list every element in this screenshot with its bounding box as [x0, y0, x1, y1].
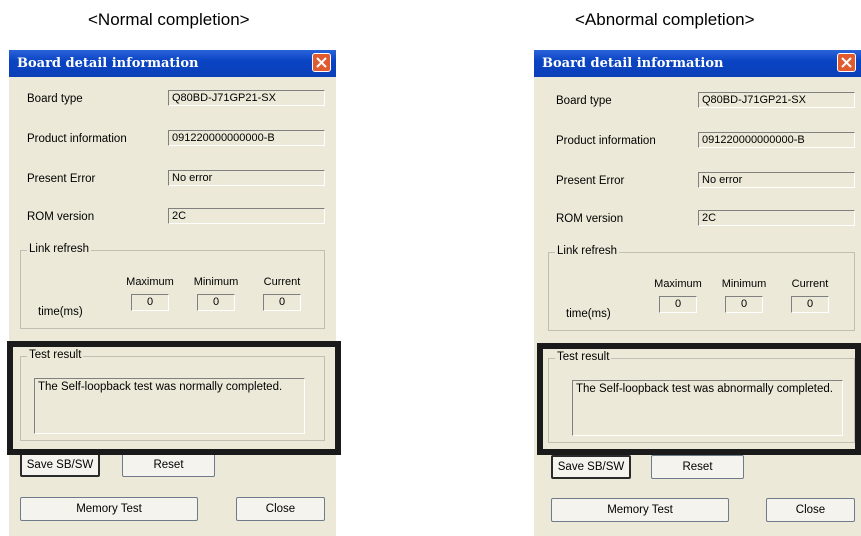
maximum-time-field: 0 [659, 296, 697, 313]
minimum-time-field: 0 [197, 294, 235, 311]
memory-test-button[interactable]: Memory Test [551, 498, 729, 522]
close-window-button[interactable] [312, 53, 331, 72]
save-sb-sw-button[interactable]: Save SB/SW [551, 455, 631, 479]
board-type-field: Q80BD-J71GP21-SX [168, 90, 325, 106]
board-type-label: Board type [556, 95, 612, 107]
present-error-field: No error [698, 172, 855, 188]
close-x-icon [316, 57, 327, 68]
rom-version-label: ROM version [556, 213, 624, 225]
current-column-header: Current [263, 276, 301, 288]
heading-normal-completion: <Normal completion> [88, 10, 250, 29]
close-x-icon [841, 57, 852, 68]
present-error-label: Present Error [27, 173, 96, 185]
board-detail-dialog-abnormal: Board detail information Board type Q80B… [534, 50, 861, 536]
maximum-column-header: Maximum [126, 276, 174, 288]
minimum-time-field: 0 [725, 296, 763, 313]
test-result-highlight-frame [7, 341, 341, 455]
title-bar[interactable]: Board detail information [9, 50, 336, 77]
product-information-field: 091220000000000-B [168, 130, 325, 146]
rom-version-field: 2C [168, 208, 325, 224]
close-button[interactable]: Close [236, 497, 325, 521]
board-type-label: Board type [27, 93, 83, 105]
rom-version-field: 2C [698, 210, 855, 226]
reset-button[interactable]: Reset [651, 455, 744, 479]
board-detail-dialog-normal: Board detail information Board type Q80B… [9, 50, 336, 536]
link-refresh-group: Link refresh Maximum Minimum Current tim… [20, 243, 325, 329]
product-information-label: Product information [556, 135, 656, 147]
minimum-column-header: Minimum [721, 278, 767, 290]
current-time-field: 0 [791, 296, 829, 313]
time-ms-label: time(ms) [566, 308, 611, 320]
dialog-title: Board detail information [542, 56, 724, 71]
product-information-field: 091220000000000-B [698, 132, 855, 148]
link-refresh-label: Link refresh [555, 245, 620, 257]
board-type-field: Q80BD-J71GP21-SX [698, 92, 855, 108]
product-information-label: Product information [27, 133, 127, 145]
current-column-header: Current [791, 278, 829, 290]
heading-abnormal-completion: <Abnormal completion> [575, 10, 755, 29]
maximum-time-field: 0 [131, 294, 169, 311]
reset-button[interactable]: Reset [122, 453, 215, 477]
save-sb-sw-button[interactable]: Save SB/SW [20, 453, 100, 477]
link-refresh-label: Link refresh [27, 243, 92, 255]
rom-version-label: ROM version [27, 211, 95, 223]
title-bar[interactable]: Board detail information [534, 50, 861, 77]
test-result-highlight-frame [537, 343, 861, 455]
time-ms-label: time(ms) [38, 306, 83, 318]
dialog-title: Board detail information [17, 56, 199, 71]
present-error-field: No error [168, 170, 325, 186]
close-window-button[interactable] [837, 53, 856, 72]
maximum-column-header: Maximum [654, 278, 702, 290]
close-button[interactable]: Close [766, 498, 855, 522]
link-refresh-group: Link refresh Maximum Minimum Current tim… [548, 245, 855, 331]
minimum-column-header: Minimum [193, 276, 239, 288]
present-error-label: Present Error [556, 175, 625, 187]
current-time-field: 0 [263, 294, 301, 311]
memory-test-button[interactable]: Memory Test [20, 497, 198, 521]
